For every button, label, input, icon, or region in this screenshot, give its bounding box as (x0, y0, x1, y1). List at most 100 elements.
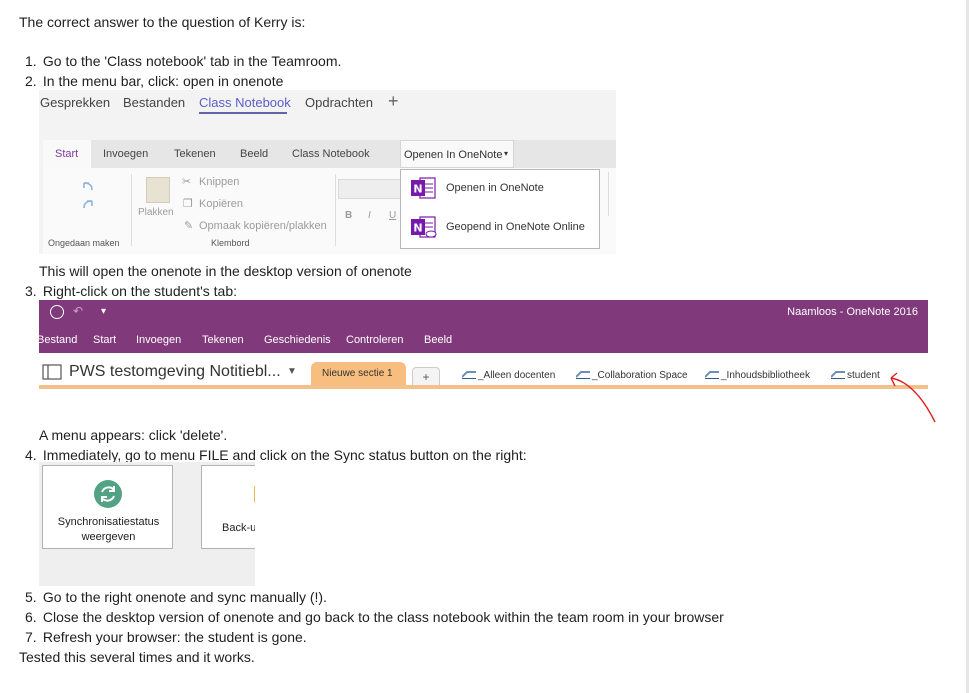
tab-gesprekken[interactable]: Gesprekken (40, 95, 110, 110)
menu-invoegen[interactable]: Invoegen (136, 334, 181, 346)
group-divider (335, 174, 336, 246)
clipboard-group-label: Klembord (211, 238, 250, 248)
add-tab-icon[interactable]: + (388, 91, 399, 112)
ribbon-tab-start[interactable]: Start (55, 148, 78, 160)
section-group-inhoudsbibliotheek[interactable]: _Inhoudsbibliotheek (705, 370, 810, 381)
teams-class-notebook-screenshot: Gesprekken Bestanden Class Notebook Opdr… (39, 90, 616, 254)
back-arrow-icon[interactable] (50, 305, 64, 319)
step-7: 7. Refresh your browser: the student is … (25, 628, 307, 646)
tab-opdrachten[interactable]: Opdrachten (305, 95, 373, 110)
closing-text: Tested this several times and it works. (19, 649, 255, 665)
menu-bestand[interactable]: Bestand (39, 334, 77, 346)
notebook-dropdown-icon[interactable]: ▼ (287, 366, 297, 377)
paste-icon[interactable] (146, 177, 170, 203)
section-group-alleen-docenten[interactable]: _Alleen docenten (462, 370, 555, 381)
ribbon-tab-class-notebook[interactable]: Class Notebook (292, 148, 370, 160)
italic-button[interactable]: I (368, 210, 371, 221)
notebook-title[interactable]: PWS testomgeving Notitiebl... (69, 363, 281, 381)
onenote-icon: N (411, 177, 436, 199)
copy-button[interactable]: Kopiëren (199, 198, 243, 210)
step-number: 5. (25, 589, 37, 605)
tab-bestanden[interactable]: Bestanden (123, 95, 185, 110)
onenote-online-icon: N (411, 216, 437, 238)
chevron-down-icon: ▾ (504, 149, 509, 158)
menu-item-open-in-onenote[interactable]: N Openen in OneNote (401, 170, 599, 208)
menu-item-label: Openen in OneNote (446, 182, 544, 194)
sync-status-label: Synchronisatiestatus weergeven (43, 515, 174, 545)
step-number: 4. (25, 447, 37, 463)
step-number: 7. (25, 629, 37, 645)
section-underline (39, 385, 928, 389)
step-text: Refresh your browser: the student is gon… (42, 629, 307, 645)
section-group-label: _Inhoudsbibliotheek (721, 370, 810, 381)
menu-controleren[interactable]: Controleren (346, 334, 403, 346)
section-group-icon (705, 371, 719, 380)
backup-button[interactable]: Back-u (201, 465, 255, 549)
step-3-note: A menu appears: click 'delete'. (39, 427, 228, 443)
step-2: 2. In the menu bar, click: open in oneno… (25, 72, 283, 90)
ribbon-tab-bar: Start Invoegen Tekenen Beeld Class Noteb… (43, 140, 616, 168)
section-group-icon (831, 371, 845, 380)
section-group-collaboration-space[interactable]: _Collaboration Space (576, 370, 688, 381)
paste-button[interactable]: Plakken (138, 207, 174, 218)
ribbon-tab-tekenen[interactable]: Tekenen (174, 148, 216, 160)
sync-label-line-2: weergeven (81, 531, 136, 543)
section-tab-label: Nieuwe sectie 1 (322, 368, 393, 379)
underline-button[interactable]: U (389, 210, 396, 221)
menu-beeld[interactable]: Beeld (424, 334, 452, 346)
step-text: Right-click on the student's tab: (42, 283, 237, 299)
open-in-onenote-button[interactable]: Openen In OneNote ▾ (400, 140, 514, 168)
bold-button[interactable]: B (345, 210, 352, 221)
active-tab-underline (199, 112, 287, 114)
section-group-label: student (847, 370, 880, 381)
step-3: 3. Right-click on the student's tab: (25, 282, 237, 300)
menu-geschiedenis[interactable]: Geschiedenis (264, 334, 331, 346)
brush-icon: ✎ (184, 220, 194, 232)
step-text: Close the desktop version of onenote and… (42, 609, 724, 625)
undo-group-label: Ongedaan maken (48, 238, 120, 248)
undo-icon[interactable]: ↶ (73, 304, 83, 318)
menu-tekenen[interactable]: Tekenen (202, 334, 244, 346)
open-in-onenote-label: Openen In OneNote (404, 149, 503, 161)
menu-item-open-in-onenote-online[interactable]: N Geopend in OneNote Online (401, 209, 599, 247)
intro-text: The correct answer to the question of Ke… (19, 14, 306, 30)
cut-button[interactable]: Knippen (199, 176, 239, 188)
step-number: 2. (25, 73, 37, 89)
step-text: Go to the right onenote and sync manuall… (42, 589, 327, 605)
section-tab-active[interactable]: Nieuwe sectie 1 (311, 362, 406, 386)
menu-item-label: Geopend in OneNote Online (446, 221, 585, 233)
scissors-icon: ✂ (182, 176, 192, 188)
teams-tab-bar: Gesprekken Bestanden Class Notebook Opdr… (39, 90, 616, 114)
step-number: 1. (25, 53, 37, 69)
tab-class-notebook[interactable]: Class Notebook (199, 95, 291, 110)
add-section-button[interactable]: + (412, 367, 440, 387)
format-painter-button[interactable]: Opmaak kopiëren/plakken (199, 220, 327, 232)
copy-icon: ❐ (183, 198, 193, 210)
sync-status-button[interactable]: Synchronisatiestatus weergeven (42, 465, 173, 549)
quick-access-dropdown-icon[interactable]: ▾ (101, 306, 106, 317)
backup-label: Back-u (222, 522, 255, 534)
redo-icon[interactable] (81, 198, 95, 210)
sync-label-line-1: Synchronisatiestatus (57, 516, 160, 528)
svg-text:N: N (413, 183, 422, 196)
sync-icon (94, 480, 122, 508)
ribbon-tab-invoegen[interactable]: Invoegen (103, 148, 148, 160)
red-arrow-annotation (890, 372, 936, 423)
onenote-title-bar: ↶ ▾ Naamloos - OneNote 2016 Bestand Star… (39, 300, 928, 353)
section-group-student[interactable]: student (831, 370, 880, 381)
section-group-label: _Collaboration Space (592, 370, 688, 381)
ribbon-tab-beeld[interactable]: Beeld (240, 148, 268, 160)
section-group-icon (462, 371, 476, 380)
menu-start[interactable]: Start (93, 334, 116, 346)
step-text: In the menu bar, click: open in onenote (42, 73, 284, 89)
open-in-onenote-menu: N Openen in OneNote N Geopend in OneNote… (400, 169, 600, 249)
step-5: 5. Go to the right onenote and sync manu… (25, 588, 327, 606)
notebook-icon (42, 364, 62, 380)
step-number: 6. (25, 609, 37, 625)
onenote-desktop-screenshot: ↶ ▾ Naamloos - OneNote 2016 Bestand Star… (39, 300, 928, 390)
undo-icon[interactable] (81, 180, 95, 192)
step-1: 1. Go to the 'Class notebook' tab in the… (25, 52, 341, 70)
font-name-field[interactable] (338, 179, 402, 199)
step-text: Immediately, go to menu FILE and click o… (42, 447, 527, 463)
step-text: Go to the 'Class notebook' tab in the Te… (42, 53, 342, 69)
